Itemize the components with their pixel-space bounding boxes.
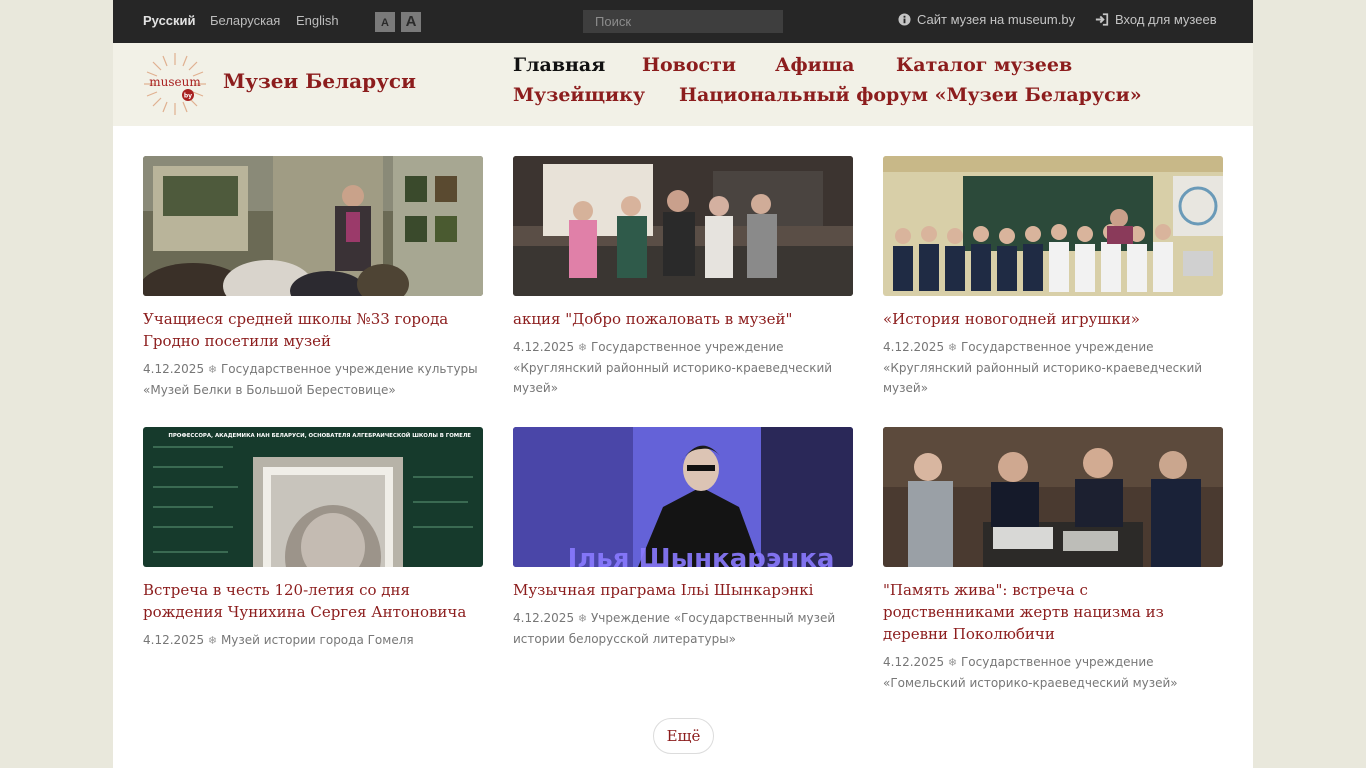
font-increase-button[interactable]: A	[401, 12, 421, 32]
svg-text:by: by	[184, 93, 192, 100]
news-date: 4.12.2025	[883, 340, 945, 354]
svg-text:Ілья Шынкарэнка: Ілья Шынкарэнка	[568, 544, 835, 567]
news-title-link[interactable]: Встреча в честь 120-летия со дня рождени…	[143, 579, 483, 623]
separator-icon: ❄	[577, 341, 588, 354]
nav-national-forum[interactable]: Национальный форум «Музеи Беларуси»	[679, 84, 1142, 106]
site-header: museum by Музеи Беларуси Главная Новости…	[113, 43, 1253, 126]
news-meta: 4.12.2025 ❄ Музей истории города Гомеля	[143, 630, 483, 651]
news-date: 4.12.2025	[513, 340, 575, 354]
separator-icon: ❄	[947, 341, 958, 354]
news-photo[interactable]	[883, 156, 1223, 296]
news-card: Ілья Шынкарэнка Музычная праграма Ільі Ш…	[513, 427, 853, 649]
svg-text:museum: museum	[149, 75, 201, 89]
info-icon	[898, 13, 911, 26]
news-photo[interactable]	[883, 427, 1223, 567]
news-title-link[interactable]: акция "Добро пожаловать в музей"	[513, 308, 853, 330]
separator-icon: ❄	[207, 634, 218, 647]
font-decrease-button[interactable]: A	[375, 12, 395, 32]
news-date: 4.12.2025	[143, 633, 205, 647]
museum-site-link[interactable]: Сайт музея на museum.by	[898, 12, 1075, 27]
news-title-link[interactable]: «История новогодней игрушки»	[883, 308, 1223, 330]
news-title-link[interactable]: Музычная праграма Ільі Шынкарэнкі	[513, 579, 853, 601]
nav-home[interactable]: Главная	[513, 54, 605, 76]
news-card: "Память жива": встреча с родственниками …	[883, 427, 1223, 693]
news-card: ПРОФЕССОРА, АКАДЕМИКА НАН БЕЛАРУСИ, ОСНО…	[143, 427, 483, 651]
lang-russian[interactable]: Русский	[143, 13, 196, 28]
news-date: 4.12.2025	[143, 362, 205, 376]
page: Русский Беларуская English A A Сайт музе…	[113, 0, 1253, 768]
load-more-button[interactable]: Ещё	[653, 718, 714, 754]
museum-login-label: Вход для музеев	[1115, 12, 1217, 27]
news-meta: 4.12.2025 ❄ Государственное учреждение «…	[883, 652, 1223, 693]
news-title-link[interactable]: "Память жива": встреча с родственниками …	[883, 579, 1223, 645]
separator-icon: ❄	[577, 612, 588, 625]
news-meta: 4.12.2025 ❄ Государственное учреждение «…	[513, 337, 853, 398]
news-card: «История новогодней игрушки» 4.12.2025 ❄…	[883, 156, 1223, 398]
svg-text:ПРОФЕССОРА, АКАДЕМИКА НАН БЕЛА: ПРОФЕССОРА, АКАДЕМИКА НАН БЕЛАРУСИ, ОСНО…	[168, 431, 471, 439]
museum-site-label: Сайт музея на museum.by	[917, 12, 1076, 27]
news-photo[interactable]	[513, 156, 853, 296]
nav-catalog[interactable]: Каталог музеев	[896, 54, 1072, 76]
search-input[interactable]	[583, 10, 783, 33]
news-meta: 4.12.2025 ❄ Государственное учреждение «…	[883, 337, 1223, 398]
news-meta: 4.12.2025 ❄ Учреждение «Государственный …	[513, 608, 853, 649]
lang-english[interactable]: English	[296, 13, 339, 28]
nav-news[interactable]: Новости	[642, 54, 736, 76]
news-meta: 4.12.2025 ❄ Государственное учреждение к…	[143, 359, 483, 400]
sign-in-icon	[1095, 13, 1109, 26]
news-card: акция "Добро пожаловать в музей" 4.12.20…	[513, 156, 853, 398]
museum-by-logo[interactable]: museum by	[143, 52, 207, 116]
nav-events[interactable]: Афиша	[775, 54, 854, 76]
news-card: Учащиеся средней школы №33 города Гродно…	[143, 156, 483, 400]
nav-for-museum-workers[interactable]: Музейщику	[513, 84, 645, 106]
news-title-link[interactable]: Учащиеся средней школы №33 города Гродно…	[143, 308, 483, 352]
museum-login-link[interactable]: Вход для музеев	[1095, 12, 1217, 27]
news-photo[interactable]: ПРОФЕССОРА, АКАДЕМИКА НАН БЕЛАРУСИ, ОСНО…	[143, 427, 483, 567]
news-date: 4.12.2025	[513, 611, 575, 625]
news-photo[interactable]: Ілья Шынкарэнка	[513, 427, 853, 567]
separator-icon: ❄	[207, 363, 218, 376]
news-museum: Музей истории города Гомеля	[220, 633, 414, 647]
news-date: 4.12.2025	[883, 655, 945, 669]
lang-belarusian[interactable]: Беларуская	[210, 13, 280, 28]
separator-icon: ❄	[947, 656, 958, 669]
top-bar: Русский Беларуская English A A Сайт музе…	[113, 0, 1253, 43]
site-name[interactable]: Музеи Беларуси	[223, 69, 416, 93]
news-photo[interactable]	[143, 156, 483, 296]
